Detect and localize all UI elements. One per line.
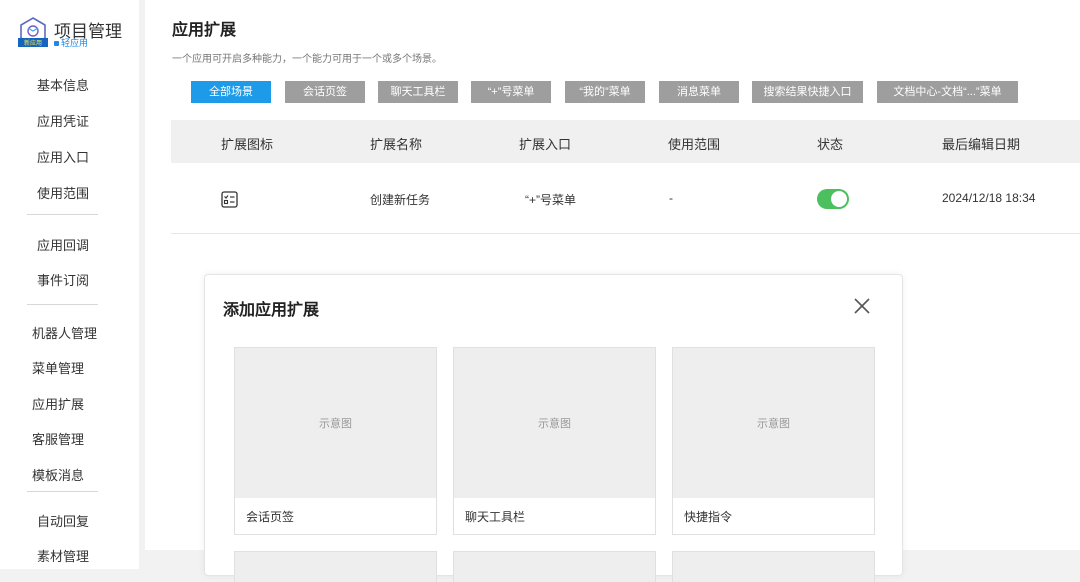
sidebar: 新应用 项目管理 轻应用 基本信息 应用凭证 应用入口 使用范围 应用回调 事件… xyxy=(0,0,139,569)
toggle-knob xyxy=(831,191,847,207)
filter-doc-more-menu[interactable]: 文档中心-文档“...”菜单 xyxy=(877,81,1018,103)
sidebar-item-credentials[interactable]: 应用凭证 xyxy=(37,111,89,130)
logo-text: 新应用 xyxy=(24,39,42,47)
task-list-icon xyxy=(221,191,238,208)
sidebar-item-event-subscription[interactable]: 事件订阅 xyxy=(37,270,89,289)
status-toggle[interactable] xyxy=(817,189,849,209)
sidebar-item-app-extension[interactable]: 应用扩展 xyxy=(32,394,84,413)
card-label: 快捷指令 xyxy=(684,510,733,524)
sidebar-divider xyxy=(27,304,98,305)
sidebar-item-bot-management[interactable]: 机器人管理 xyxy=(32,323,97,342)
filter-chat-tab[interactable]: 会话页签 xyxy=(285,81,365,103)
card-preview: 示意图 xyxy=(673,348,874,498)
app-logo-icon: 新应用 xyxy=(18,17,48,47)
extension-scope: - xyxy=(669,191,673,205)
column-header-entry: 扩展入口 xyxy=(519,137,572,152)
extension-card-chat-tab[interactable]: 示意图 会话页签 xyxy=(234,347,437,535)
sidebar-item-customer-service[interactable]: 客服管理 xyxy=(32,429,84,448)
sidebar-item-menu-management[interactable]: 菜单管理 xyxy=(32,358,84,377)
card-preview: 示意图 xyxy=(235,348,436,498)
last-edited-date: 2024/12/18 18:34 xyxy=(942,191,1036,205)
extension-card-partial[interactable] xyxy=(453,551,656,582)
sidebar-item-entry[interactable]: 应用入口 xyxy=(37,147,89,166)
filter-chat-toolbar[interactable]: 聊天工具栏 xyxy=(378,81,458,103)
extension-card-chat-toolbar[interactable]: 示意图 聊天工具栏 xyxy=(453,347,656,535)
column-header-icon: 扩展图标 xyxy=(221,137,274,152)
extension-entry: “+”号菜单 xyxy=(525,193,577,207)
app-subtitle: 轻应用 xyxy=(54,36,88,49)
extension-card-partial[interactable] xyxy=(672,551,875,582)
card-label: 会话页签 xyxy=(246,510,295,524)
sidebar-divider xyxy=(27,491,98,492)
sidebar-divider xyxy=(27,214,98,215)
filter-all-scenes[interactable]: 全部场景 xyxy=(191,81,271,103)
filter-message-menu[interactable]: 消息菜单 xyxy=(659,81,739,103)
sidebar-item-basic-info[interactable]: 基本信息 xyxy=(37,75,89,94)
column-header-scope: 使用范围 xyxy=(668,137,721,152)
sidebar-item-callback[interactable]: 应用回调 xyxy=(37,235,89,254)
extension-card-quick-command[interactable]: 示意图 快捷指令 xyxy=(672,347,875,535)
sidebar-item-template-message[interactable]: 模板消息 xyxy=(32,465,84,484)
filter-plus-menu[interactable]: “+”号菜单 xyxy=(471,81,551,103)
filter-mine-menu[interactable]: “我的”菜单 xyxy=(565,81,645,103)
card-preview: 示意图 xyxy=(454,348,655,498)
page-description: 一个应用可开启多种能力，一个能力可用于一个或多个场景。 xyxy=(172,54,442,65)
page-title: 应用扩展 xyxy=(172,22,237,39)
sidebar-item-materials[interactable]: 素材管理 xyxy=(37,546,89,565)
filter-search-shortcut[interactable]: 搜索结果快捷入口 xyxy=(752,81,863,103)
dialog-title: 添加应用扩展 xyxy=(223,302,320,319)
table-header: 扩展图标 扩展名称 扩展入口 使用范围 状态 最后编辑日期 xyxy=(171,120,1080,163)
card-label: 聊天工具栏 xyxy=(465,510,526,524)
close-icon[interactable] xyxy=(852,296,872,316)
sidebar-item-scope[interactable]: 使用范围 xyxy=(37,183,89,202)
column-header-last-edited: 最后编辑日期 xyxy=(942,137,1021,152)
extension-name: 创建新任务 xyxy=(370,193,431,207)
column-header-status: 状态 xyxy=(817,137,844,152)
table-row: 创建新任务 “+”号菜单 - 2024/12/18 18:34 xyxy=(171,163,1080,234)
column-header-name: 扩展名称 xyxy=(370,137,423,152)
app-brand: 新应用 项目管理 轻应用 xyxy=(16,16,136,50)
extension-card-partial[interactable] xyxy=(234,551,437,582)
sidebar-item-auto-reply[interactable]: 自动回复 xyxy=(37,511,89,530)
add-extension-dialog: 添加应用扩展 示意图 会话页签 示意图 聊天工具栏 示意图 快捷指令 xyxy=(204,274,903,582)
